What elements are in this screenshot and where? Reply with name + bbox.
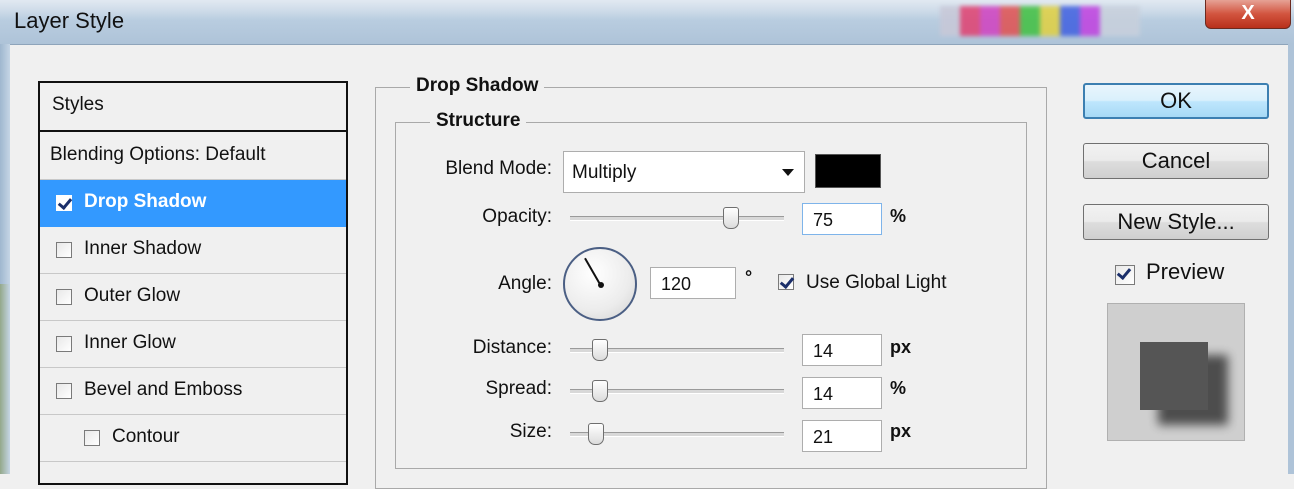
spread-slider-thumb[interactable] <box>591 380 608 402</box>
angle-input[interactable]: 120 <box>650 267 736 299</box>
new-style-button[interactable]: New Style... <box>1083 204 1269 240</box>
style-item-outer-glow[interactable]: Outer Glow <box>40 274 346 321</box>
style-item-bevel-and-emboss[interactable]: Bevel and Emboss <box>40 368 346 415</box>
style-item-label: Drop Shadow <box>84 191 207 212</box>
window-frame-left <box>0 44 10 474</box>
bevel-and-emboss-checkbox[interactable] <box>56 383 72 399</box>
style-item-drop-shadow[interactable]: Drop Shadow <box>40 180 346 227</box>
dialog-client-area: Styles Blending Options: Default Drop Sh… <box>10 44 1288 489</box>
structure-title: Structure <box>430 110 527 132</box>
opacity-unit: % <box>890 206 907 226</box>
inner-glow-checkbox[interactable] <box>56 336 72 352</box>
style-item-inner-shadow[interactable]: Inner Shadow <box>40 227 346 274</box>
style-item-label: Bevel and Emboss <box>84 379 243 400</box>
window-title: Layer Style <box>14 8 125 33</box>
style-item-label: Outer Glow <box>84 285 181 306</box>
blend-mode-label: Blend Mode: <box>445 158 552 179</box>
use-global-light-label: Use Global Light <box>806 272 947 293</box>
style-item-blending-options[interactable]: Blending Options: Default <box>40 133 346 180</box>
inner-shadow-checkbox[interactable] <box>56 242 72 258</box>
size-input[interactable]: 21 <box>802 420 882 452</box>
blend-mode-value: Multiply <box>572 162 637 183</box>
size-unit: px <box>890 421 912 441</box>
size-slider-thumb[interactable] <box>587 423 604 445</box>
frame-left-shade <box>0 284 10 474</box>
drop-shadow-checkbox[interactable] <box>56 195 72 211</box>
title-bar: Layer Style X <box>0 0 1294 44</box>
style-item-label: Blending Options: Default <box>50 144 266 165</box>
opacity-input[interactable]: 75 <box>802 203 882 235</box>
spread-input[interactable]: 14 <box>802 377 882 409</box>
window-frame-right <box>1288 44 1294 474</box>
angle-dial-center <box>598 282 604 288</box>
styles-header-label: Styles <box>52 94 104 115</box>
angle-dial[interactable] <box>563 247 637 321</box>
blend-mode-select[interactable]: Multiply <box>563 151 805 193</box>
angle-unit: ° <box>745 267 753 287</box>
spread-value: 14 <box>813 384 834 404</box>
opacity-label: Opacity: <box>482 206 552 227</box>
angle-label: Angle: <box>498 273 552 294</box>
angle-value: 120 <box>661 274 692 294</box>
background-swatches <box>940 6 1140 36</box>
opacity-value: 75 <box>813 210 834 230</box>
contour-checkbox[interactable] <box>84 430 100 446</box>
style-item-inner-glow[interactable]: Inner Glow <box>40 321 346 368</box>
outer-glow-checkbox[interactable] <box>56 289 72 305</box>
preview-label: Preview <box>1146 259 1225 284</box>
style-item-contour[interactable]: Contour <box>40 415 346 462</box>
distance-value: 14 <box>813 341 834 361</box>
spread-label: Spread: <box>485 378 552 399</box>
close-icon: X <box>1241 2 1255 24</box>
size-label: Size: <box>509 421 552 442</box>
cancel-button[interactable]: Cancel <box>1083 143 1269 179</box>
chevron-down-icon <box>782 169 794 176</box>
use-global-light-checkbox[interactable] <box>778 274 794 290</box>
opacity-slider[interactable] <box>570 216 784 221</box>
opacity-slider-thumb[interactable] <box>722 207 739 229</box>
spread-unit: % <box>890 378 907 398</box>
distance-slider-thumb[interactable] <box>591 339 608 361</box>
style-item-label: Contour <box>112 426 180 447</box>
styles-list: Styles Blending Options: Default Drop Sh… <box>38 81 348 485</box>
style-item-label: Inner Glow <box>84 332 176 353</box>
distance-input[interactable]: 14 <box>802 334 882 366</box>
styles-header[interactable]: Styles <box>40 83 346 132</box>
distance-label: Distance: <box>472 337 552 358</box>
preview-square <box>1140 342 1208 410</box>
distance-unit: px <box>890 337 912 357</box>
drop-shadow-title: Drop Shadow <box>410 75 545 97</box>
preview-checkbox[interactable] <box>1115 265 1135 285</box>
close-button[interactable]: X <box>1205 0 1291 29</box>
size-value: 21 <box>813 427 834 447</box>
shadow-color-swatch[interactable] <box>815 154 881 188</box>
ok-button[interactable]: OK <box>1083 83 1269 119</box>
style-item-label: Inner Shadow <box>84 238 202 259</box>
preview-thumbnail <box>1107 303 1245 441</box>
